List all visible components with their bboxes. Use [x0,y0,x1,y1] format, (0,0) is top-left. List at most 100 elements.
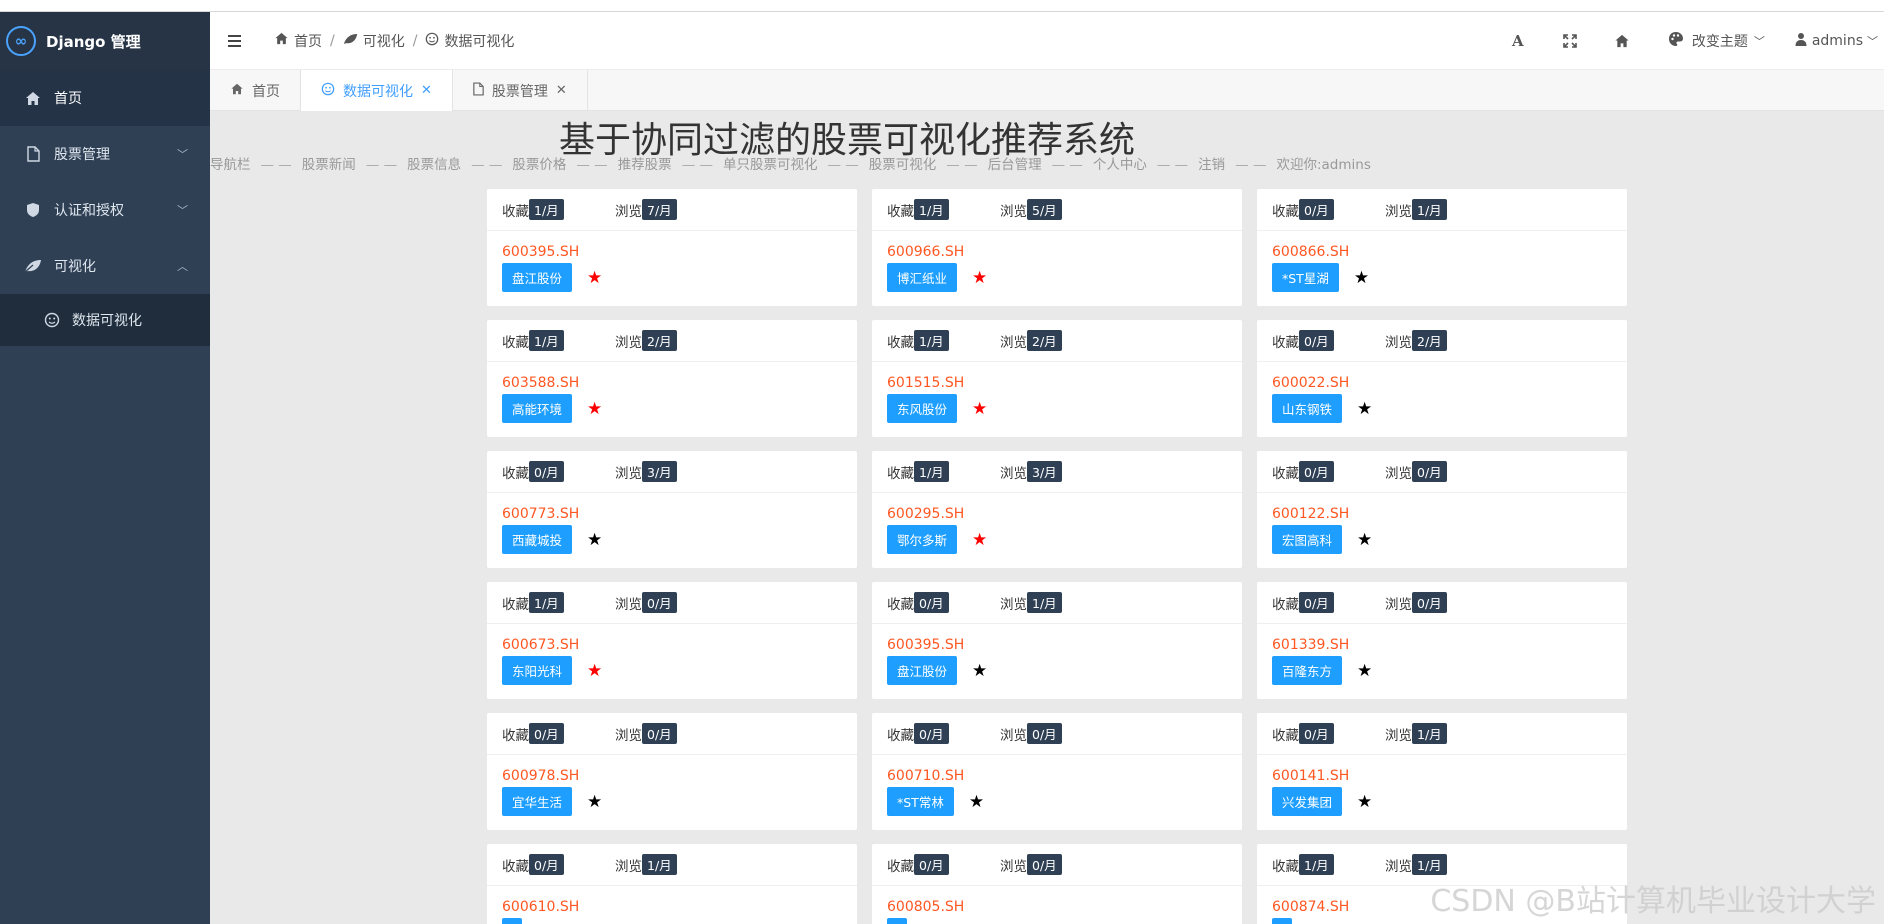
palette-icon [1668,31,1684,51]
stock-name-button[interactable]: 博汇纸业 [887,263,958,292]
user-menu[interactable]: admins ﹀ [1795,32,1884,50]
stock-code[interactable]: 600395.SH [502,244,842,260]
stock-name-button[interactable]: *ST常林 [887,787,954,816]
close-icon[interactable]: ✕ [421,83,432,98]
browse-count-badge: 0/月 [1412,592,1447,613]
stock-name-button[interactable]: 高能环境 [502,394,573,423]
stock-name-button[interactable]: 宏图高科 [1272,525,1343,554]
nav-link[interactable]: 注销 [1198,157,1225,173]
browse-count-badge: 0/月 [642,592,677,613]
stock-card: 收藏 0/月 浏览 0/月 601339.SH 百隆东方 ★ [1257,582,1627,699]
stock-code[interactable]: 601515.SH [887,375,1227,391]
nav-separator: — — [260,157,292,173]
font-size-icon[interactable]: A [1492,12,1544,70]
stock-name-button[interactable] [887,918,907,924]
stock-name-button[interactable]: 西藏城投 [502,525,573,554]
stock-name-button[interactable]: 盘江股份 [502,263,573,292]
stock-name-button[interactable]: 山东钢铁 [1272,394,1343,423]
collect-label: 收藏 [887,858,914,875]
stock-code[interactable]: 600122.SH [1272,506,1612,522]
fullscreen-icon[interactable] [1544,12,1596,70]
tab-home[interactable]: 首页 [210,70,301,111]
stock-code[interactable]: 600966.SH [887,244,1227,260]
stock-code[interactable]: 603588.SH [502,375,842,391]
sidebar-subitem-data-visualization[interactable]: 数据可视化 [0,294,210,346]
stock-code[interactable]: 600022.SH [1272,375,1612,391]
stock-name-button[interactable]: 盘江股份 [887,656,958,685]
nav-separator: — — [946,157,978,173]
nav-link[interactable]: 股票价格 [512,157,566,173]
stock-code[interactable]: 600805.SH [887,899,1227,915]
stock-name-button[interactable]: 东阳光科 [502,656,573,685]
browse-label: 浏览 [1000,465,1027,482]
collect-count-badge: 0/月 [1299,199,1334,220]
favorite-star-icon[interactable]: ★ [969,792,984,812]
favorite-star-icon[interactable]: ★ [1354,268,1369,288]
card-stats: 收藏 0/月 浏览 2/月 [1257,320,1627,362]
sidebar-item-visualization[interactable]: 可视化 ︿ [0,238,210,294]
tab-stock-management[interactable]: 股票管理 ✕ [453,70,588,111]
favorite-star-icon[interactable]: ★ [972,268,987,288]
nav-link[interactable]: 个人中心 [1093,157,1147,173]
stock-code[interactable]: 600710.SH [887,768,1227,784]
favorite-star-icon[interactable]: ★ [972,530,987,550]
browse-label: 浏览 [1385,334,1412,351]
breadcrumb-home[interactable]: 首页 [294,31,322,51]
card-body: 600122.SH 宏图高科 ★ [1257,493,1627,554]
stock-name-button[interactable] [1272,918,1292,924]
breadcrumb-visualization[interactable]: 可视化 [363,31,405,51]
browser-top-strip [0,0,1884,12]
nav-link[interactable]: 导航栏 [210,157,251,173]
browse-stat: 浏览 3/月 [615,461,728,482]
close-icon[interactable]: ✕ [556,83,567,98]
favorite-star-icon[interactable]: ★ [587,268,602,288]
browse-count-badge: 0/月 [642,723,677,744]
stock-code[interactable]: 600978.SH [502,768,842,784]
theme-switcher[interactable]: 改变主题 ﹀ [1648,31,1795,51]
shield-icon [22,202,44,218]
stock-code[interactable]: 600673.SH [502,637,842,653]
stock-name-button[interactable]: *ST星湖 [1272,263,1339,292]
stock-code[interactable]: 600295.SH [887,506,1227,522]
nav-link[interactable]: 推荐股票 [618,157,672,173]
nav-link[interactable]: 单只股票可视化 [723,157,818,173]
favorite-star-icon[interactable]: ★ [1357,661,1372,681]
favorite-star-icon[interactable]: ★ [587,792,602,812]
stock-name-button[interactable]: 鄂尔多斯 [887,525,958,554]
stock-name-button[interactable]: 东风股份 [887,394,958,423]
favorite-star-icon[interactable]: ★ [587,661,602,681]
tab-data-visualization[interactable]: 数据可视化 ✕ [301,70,453,111]
home-icon[interactable] [1596,12,1648,70]
stock-name-button[interactable]: 宜华生活 [502,787,573,816]
sidebar-item-auth[interactable]: 认证和授权 ﹀ [0,182,210,238]
menu-toggle-icon[interactable] [228,34,256,47]
nav-link[interactable]: 股票新闻 [302,157,356,173]
nav-separator: — — [1156,157,1189,173]
stock-code[interactable]: 600866.SH [1272,244,1612,260]
stock-code[interactable]: 601339.SH [1272,637,1612,653]
stock-code[interactable]: 600610.SH [502,899,842,915]
nav-link[interactable]: 股票信息 [407,157,461,173]
stock-name-button[interactable]: 百隆东方 [1272,656,1343,685]
favorite-star-icon[interactable]: ★ [587,530,602,550]
nav-link[interactable]: 后台管理 [988,157,1042,173]
stock-code[interactable]: 600141.SH [1272,768,1612,784]
favorite-star-icon[interactable]: ★ [972,399,987,419]
browse-label: 浏览 [1000,596,1027,613]
favorite-star-icon[interactable]: ★ [1357,792,1372,812]
nav-link[interactable]: 股票可视化 [869,157,937,173]
favorite-star-icon[interactable]: ★ [587,399,602,419]
stock-name-button[interactable]: 兴发集团 [1272,787,1343,816]
brand[interactable]: ∞ Django 管理 [0,12,210,70]
stock-name-button[interactable] [502,918,522,924]
stock-code[interactable]: 600395.SH [887,637,1227,653]
sidebar-item-stock-management[interactable]: 股票管理 ﹀ [0,126,210,182]
sidebar-item-home[interactable]: 首页 [0,70,210,126]
stock-code[interactable]: 600773.SH [502,506,842,522]
nav-link[interactable]: 欢迎你:admins [1276,157,1370,173]
favorite-star-icon[interactable]: ★ [972,661,987,681]
favorite-star-icon[interactable]: ★ [1357,530,1372,550]
browse-count-badge: 1/月 [1412,199,1447,220]
favorite-star-icon[interactable]: ★ [1357,399,1372,419]
collect-label: 收藏 [1272,203,1299,220]
